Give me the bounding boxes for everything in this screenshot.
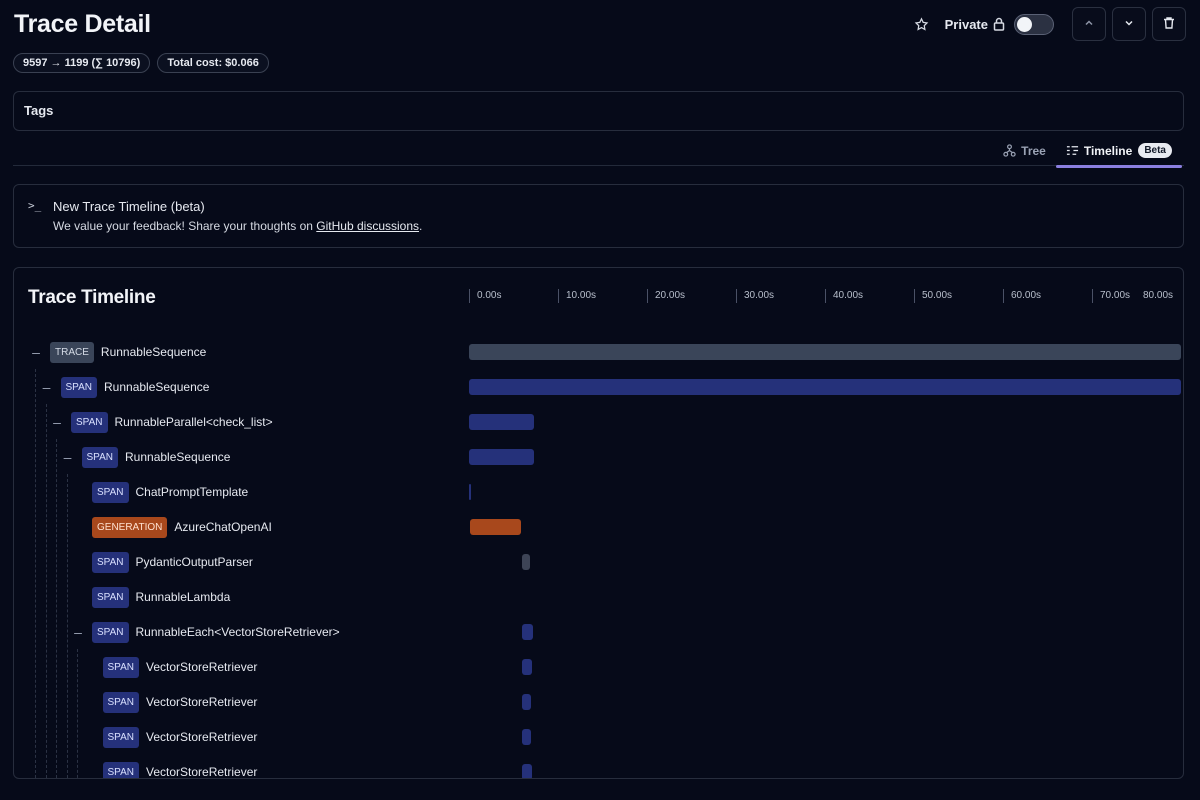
- collapse-icon[interactable]: –: [41, 375, 53, 399]
- timeline-bar[interactable]: [469, 344, 1181, 360]
- row-name: VectorStoreRetriever: [146, 765, 258, 779]
- terminal-icon: >_: [28, 199, 42, 212]
- axis-tick: 50.00s: [914, 289, 952, 303]
- timeline-bar[interactable]: [521, 729, 532, 745]
- alert-text-end: .: [419, 219, 423, 233]
- delete-button[interactable]: [1152, 7, 1186, 41]
- chevron-down-icon: [1123, 17, 1135, 32]
- timeline-bar[interactable]: [469, 484, 471, 500]
- axis-tick: 40.00s: [825, 289, 863, 303]
- timeline-bar[interactable]: [521, 659, 533, 675]
- collapse-icon[interactable]: –: [30, 340, 42, 364]
- span-type-badge: SPAN: [102, 761, 139, 778]
- tab-timeline[interactable]: Timeline Beta: [1055, 135, 1183, 168]
- collapse-icon[interactable]: –: [62, 445, 74, 469]
- lock-icon: [992, 16, 1006, 32]
- row-name: RunnableParallel<check_list>: [114, 415, 273, 429]
- span-type-badge: SPAN: [92, 621, 129, 643]
- next-trace-button[interactable]: [1112, 7, 1146, 41]
- alert-description: We value your feedback! Share your thoug…: [53, 219, 422, 233]
- total-cost-badge: Total cost: $0.066: [157, 53, 269, 73]
- span-type-badge: SPAN: [92, 481, 129, 503]
- indent-guide: [35, 369, 36, 778]
- row-name: RunnableEach<VectorStoreRetriever>: [135, 625, 340, 639]
- generation-type-badge: GENERATION: [92, 516, 168, 538]
- axis-tick-end: 80.00s: [1143, 290, 1174, 301]
- timeline-bar[interactable]: [469, 414, 534, 430]
- span-type-badge: SPAN: [81, 446, 118, 468]
- axis-tick: 0.00s: [469, 289, 501, 303]
- trash-icon: [1162, 16, 1176, 33]
- span-type-badge: SPAN: [102, 691, 139, 713]
- timeline-bar[interactable]: [469, 519, 522, 535]
- tree-icon: [1003, 144, 1016, 157]
- timeline-bar[interactable]: [521, 694, 532, 710]
- tab-tree-label: Tree: [1021, 143, 1046, 158]
- row-name: VectorStoreRetriever: [146, 695, 258, 709]
- span-type-badge: SPAN: [102, 726, 139, 748]
- timeline-title: Trace Timeline: [28, 287, 156, 308]
- previous-trace-button[interactable]: [1072, 7, 1106, 41]
- toggle-knob: [1017, 16, 1032, 32]
- row-name: RunnableSequence: [125, 450, 231, 464]
- axis-tick: 10.00s: [558, 289, 596, 303]
- row-name: PydanticOutputParser: [135, 555, 253, 569]
- span-type-badge: SPAN: [92, 551, 129, 573]
- timeline-bar[interactable]: [521, 624, 534, 640]
- collapse-icon[interactable]: –: [72, 620, 84, 644]
- indent-guide: [56, 439, 57, 778]
- alert-title: New Trace Timeline (beta): [53, 199, 205, 214]
- tab-timeline-label: Timeline: [1083, 143, 1133, 158]
- indent-guide: [45, 404, 47, 778]
- beta-badge: Beta: [1138, 143, 1172, 158]
- indent-guide: [77, 649, 78, 778]
- axis-tick: 30.00s: [736, 289, 774, 303]
- axis-tick: 20.00s: [647, 289, 685, 303]
- row-name: AzureChatOpenAI: [174, 520, 272, 534]
- chevron-up-icon: [1083, 17, 1095, 32]
- github-discussions-link[interactable]: GitHub discussions: [316, 219, 419, 233]
- axis-tick: 60.00s: [1003, 289, 1041, 303]
- private-toggle[interactable]: [1014, 13, 1054, 35]
- collapse-icon[interactable]: –: [51, 410, 63, 434]
- row-name: ChatPromptTemplate: [135, 485, 249, 499]
- private-label: Private: [944, 16, 988, 32]
- trace-stats: 9597 → 1199 (∑ 10796) Total cost: $0.066: [13, 53, 276, 73]
- feedback-alert: >_ New Trace Timeline (beta) We value yo…: [13, 184, 1184, 248]
- timeline-icon: [1066, 144, 1079, 157]
- timeline-bar[interactable]: [469, 449, 534, 465]
- row-name: RunnableSequence: [100, 345, 207, 359]
- span-type-badge: SPAN: [92, 586, 129, 608]
- page-header: Trace Detail Private: [14, 6, 1186, 42]
- star-icon[interactable]: [911, 13, 933, 35]
- page-title: Trace Detail: [14, 10, 151, 38]
- row-name: RunnableLambda: [135, 590, 231, 604]
- trace-type-badge: TRACE: [50, 341, 94, 363]
- row-name: RunnableSequence: [104, 380, 210, 394]
- view-tabs: Tree Timeline Beta: [993, 135, 1183, 168]
- timeline-bar[interactable]: [521, 764, 533, 778]
- timeline-bar[interactable]: [521, 554, 530, 570]
- tab-tree[interactable]: Tree: [993, 135, 1056, 166]
- axis-tick: 70.00s: [1092, 289, 1130, 303]
- span-type-badge: SPAN: [71, 411, 108, 433]
- token-usage-badge: 9597 → 1199 (∑ 10796): [13, 53, 151, 73]
- span-type-badge: SPAN: [60, 376, 97, 398]
- alert-text: We value your feedback! Share your thoug…: [53, 219, 313, 233]
- row-name: VectorStoreRetriever: [146, 660, 258, 674]
- span-type-badge: SPAN: [102, 656, 139, 678]
- header-actions: Private: [911, 6, 1186, 42]
- timeline-bar[interactable]: [469, 379, 1181, 395]
- row-name: VectorStoreRetriever: [146, 730, 258, 744]
- trace-timeline-card: Trace Timeline 0.00s 10.00s 20.00s 30.00s 40…: [13, 267, 1184, 779]
- tags-label: Tags: [24, 103, 54, 118]
- indent-guide: [66, 474, 68, 778]
- tags-box[interactable]: Tags: [13, 91, 1184, 131]
